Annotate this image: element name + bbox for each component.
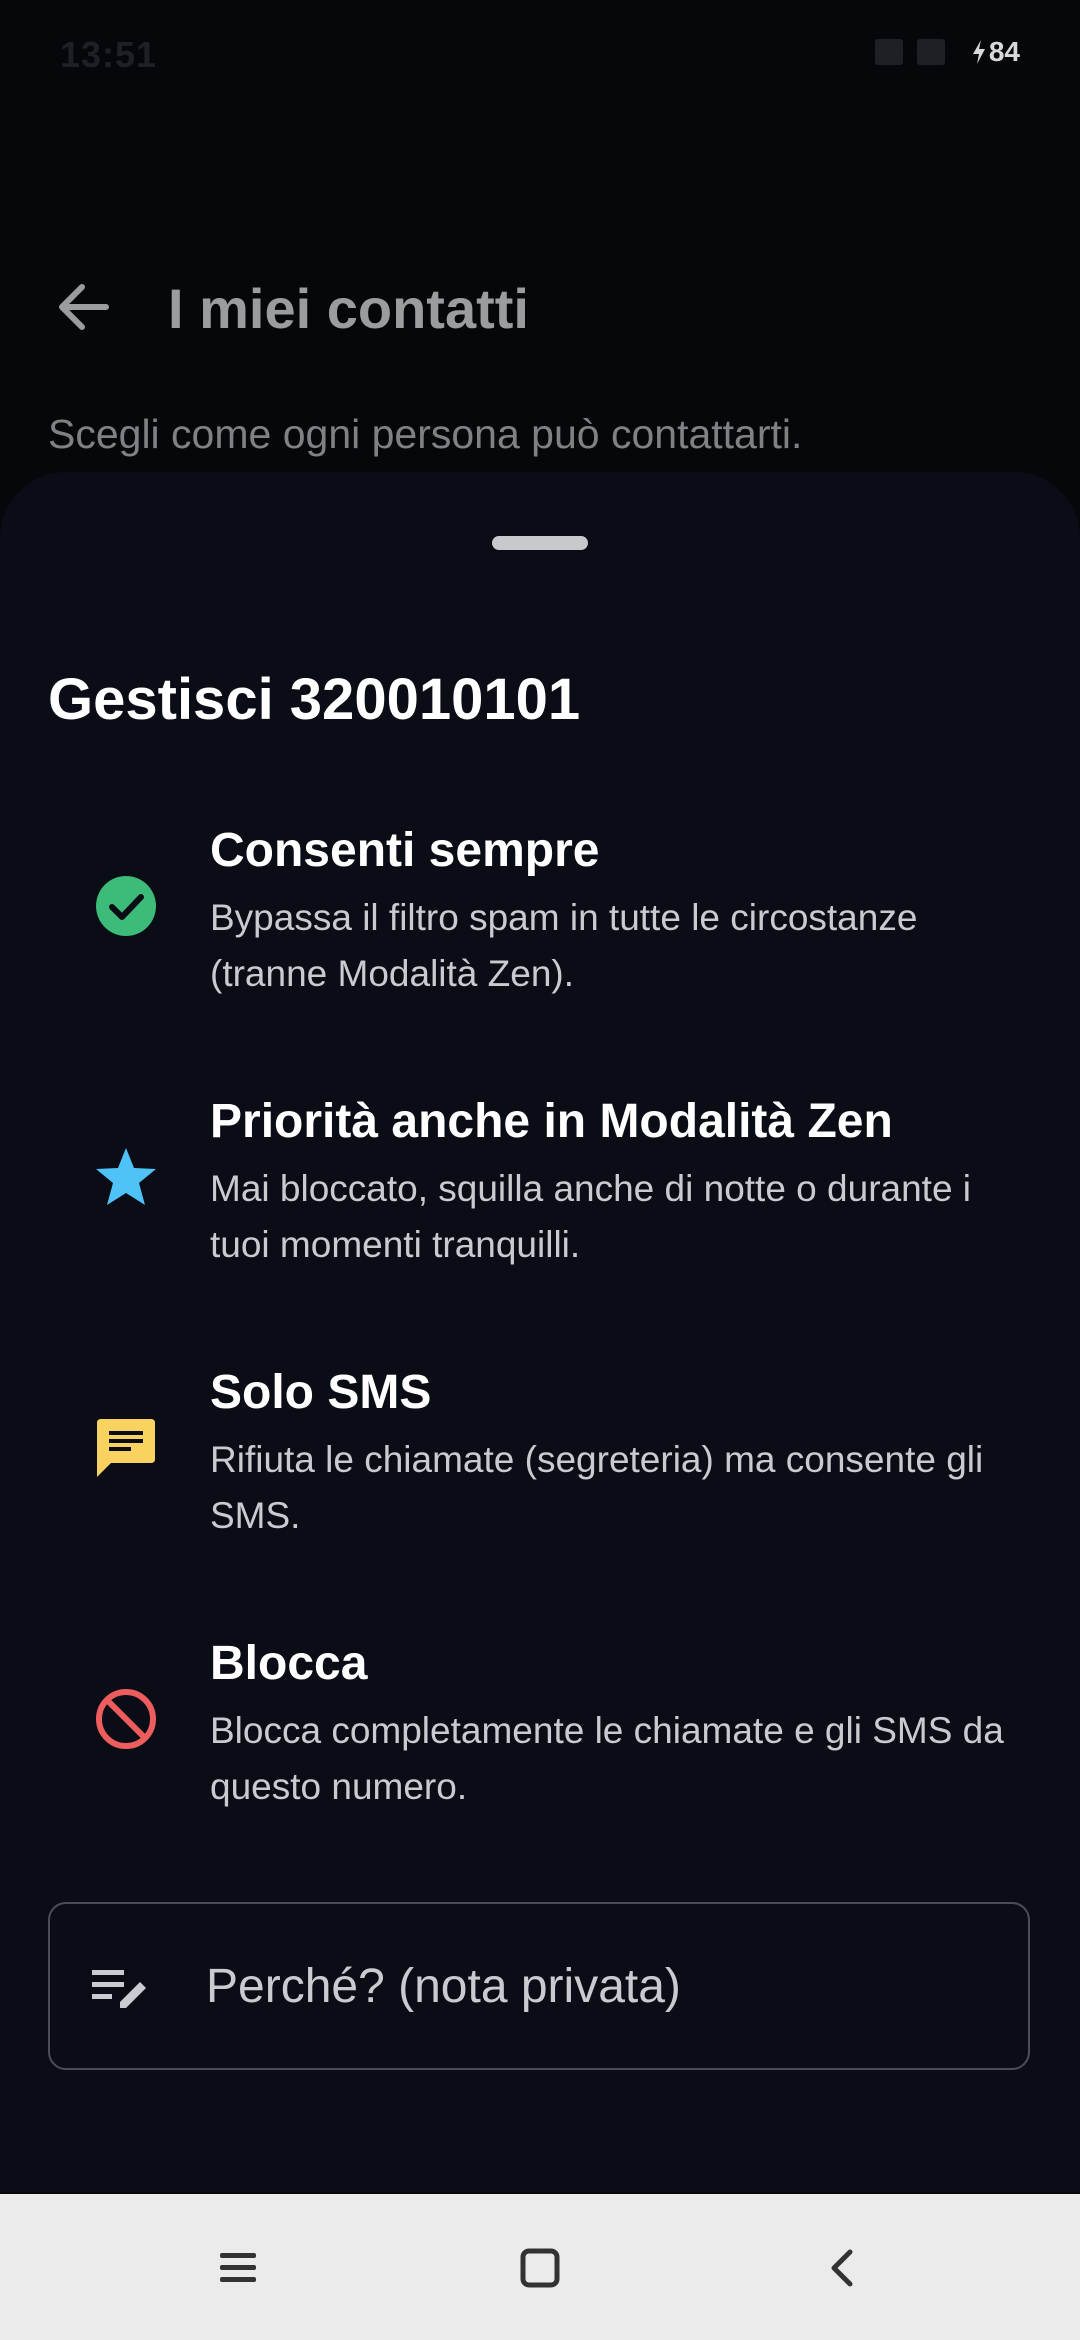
app-bar: I miei contatti [0,250,1080,360]
option-description: Mai bloccato, squilla anche di notte o d… [210,1168,972,1265]
bottom-sheet: Gestisci 320010101 Consenti sempre Bypas… [0,472,1080,2192]
status-time: 13:51 [60,34,158,75]
option-sms-only[interactable]: Solo SMS Rifiuta le chiamate (segreteria… [0,1362,1080,1582]
back-button[interactable] [48,272,118,342]
option-description: Rifiuta le chiamate (segreteria) ma cons… [210,1439,984,1536]
status-right: 84 [874,36,1020,68]
option-icon [94,1145,158,1209]
recent-apps-button[interactable] [200,2230,276,2306]
menu-icon [220,2253,256,2282]
battery-indicator: 84 [971,36,1020,68]
charging-bolt-icon [972,40,985,64]
option-icon [94,1416,158,1480]
navigation-bar [0,2194,1080,2340]
signal-icons [874,39,945,65]
star-icon [96,1148,156,1205]
option-description: Blocca completamente le chiamate e gli S… [210,1710,1004,1807]
wifi-icon [874,39,903,65]
square-home-icon [520,2248,560,2288]
page-title: I miei contatti [168,277,529,340]
note-placeholder: Perché? (nota privata) [206,1960,681,2013]
system-back-button[interactable] [804,2230,880,2306]
battery-level: 84 [988,36,1020,67]
home-button[interactable] [502,2230,578,2306]
message-icon [97,1419,155,1477]
arrow-left-icon [59,284,109,330]
option-allow-always[interactable]: Consenti sempre Bypassa il filtro spam i… [0,820,1080,1040]
page-subtitle: Scegli come ogni persona può contattarti… [48,411,803,457]
signal-icon [916,39,945,65]
option-priority-zen[interactable]: Priorità anche in Modalità Zen Mai blocc… [0,1091,1080,1311]
drag-handle[interactable] [492,536,588,550]
option-description: Bypassa il filtro spam in tutte le circo… [210,897,918,994]
screen: 13:51 84 I miei contatti Scegli come ogn… [0,0,1080,2340]
sheet-title: Gestisci 320010101 [48,667,581,732]
option-icon [94,1687,158,1751]
check-circle-icon [96,876,156,936]
private-note-field[interactable]: Perché? (nota privata) [48,1902,1030,2070]
option-title: Solo SMS [210,1366,432,1419]
option-title: Blocca [210,1637,368,1690]
block-icon [96,1689,156,1749]
option-block[interactable]: Blocca Blocca completamente le chiamate … [0,1633,1080,1853]
status-bar: 13:51 84 [0,0,1080,110]
chevron-left-icon [831,2249,853,2287]
option-title: Consenti sempre [210,824,600,877]
edit-note-icon [92,1970,146,2008]
option-icon [94,874,158,938]
option-title: Priorità anche in Modalità Zen [210,1095,893,1148]
